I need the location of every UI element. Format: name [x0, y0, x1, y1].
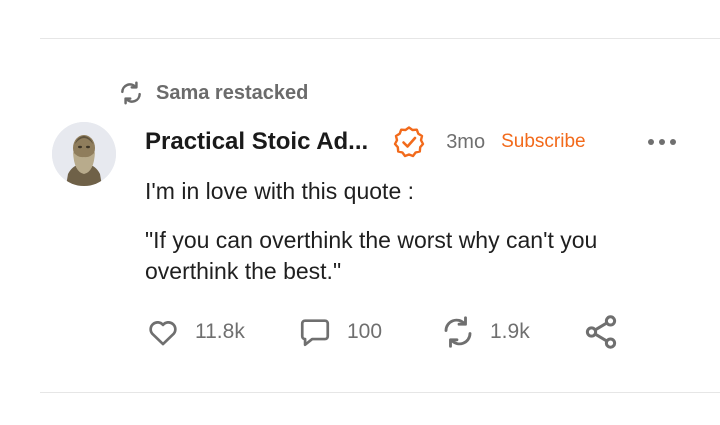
post-body: I'm in love with this quote : "If you ca…: [145, 176, 685, 287]
restack-count: 1.9k: [490, 320, 530, 343]
subscribe-button[interactable]: Subscribe: [501, 131, 586, 153]
share-button[interactable]: [582, 313, 620, 351]
more-options-icon[interactable]: [648, 139, 676, 145]
like-button[interactable]: 11.8k: [145, 315, 297, 349]
like-count: 11.8k: [195, 320, 245, 343]
restack-text: Sama restacked: [156, 81, 309, 104]
author-name[interactable]: Practical Stoic Ad...: [145, 128, 368, 156]
restack-action-icon: [440, 314, 476, 350]
comment-icon: [297, 315, 333, 349]
heart-icon: [145, 315, 181, 349]
restack-notice: Sama restacked: [118, 80, 308, 106]
post-quote: "If you can overthink the worst why can'…: [145, 227, 598, 284]
share-icon: [582, 313, 620, 351]
verified-check-icon: [392, 125, 426, 159]
post-time: 3mo: [446, 130, 486, 153]
post-header: Practical Stoic Ad... 3mo Subscribe: [145, 122, 690, 162]
restack-button[interactable]: 1.9k: [440, 314, 582, 350]
restack-icon: [118, 80, 144, 106]
comment-count: 100: [347, 320, 383, 343]
bottom-divider: [40, 392, 720, 393]
post-text: I'm in love with this quote :: [145, 178, 415, 204]
post-actions: 11.8k 100 1.9k: [145, 310, 620, 354]
comment-button[interactable]: 100: [297, 315, 440, 349]
author-avatar[interactable]: [52, 122, 116, 186]
top-divider: [40, 38, 720, 39]
